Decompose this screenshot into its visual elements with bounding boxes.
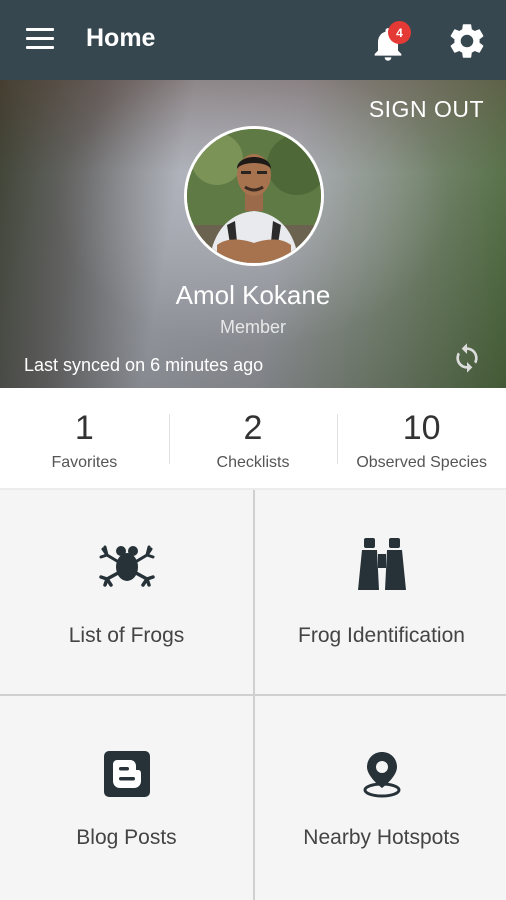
stat-checklists[interactable]: 2 Checklists (168, 388, 338, 488)
tile-nearby-hotspots[interactable]: Nearby Hotspots (255, 696, 506, 900)
stat-value: 2 (243, 409, 263, 447)
app-bar: Home 4 (0, 0, 506, 80)
tile-label: List of Frogs (68, 624, 185, 647)
stat-label: Observed Species (356, 454, 488, 471)
tile-label: Frog Identification (298, 624, 465, 647)
tile-label: Blog Posts (76, 826, 177, 849)
menu-grid: List of Frogs Frog Identification Blog P… (0, 490, 506, 900)
avatar-photo (187, 129, 321, 263)
tile-blog-posts[interactable]: Blog Posts (0, 696, 253, 900)
blogger-icon (99, 746, 155, 802)
notification-badge: 4 (388, 21, 411, 44)
sync-icon[interactable] (451, 342, 483, 374)
gear-icon[interactable] (446, 20, 488, 62)
tile-frog-identification[interactable]: Frog Identification (255, 490, 506, 694)
profile-header: SIGN OUT Amol Kokane Member Last synced … (0, 80, 506, 388)
stat-label: Favorites (51, 454, 118, 471)
menu-icon[interactable] (26, 28, 54, 50)
tile-label: Nearby Hotspots (303, 826, 460, 849)
location-pin-icon (354, 746, 410, 802)
user-name: Amol Kokane (175, 280, 331, 310)
stat-observed-species[interactable]: 10 Observed Species (337, 388, 506, 488)
stats-row: 1 Favorites 2 Checklists 10 Observed Spe… (0, 388, 506, 488)
avatar[interactable] (184, 126, 324, 266)
tile-list-of-frogs[interactable]: List of Frogs (0, 490, 253, 694)
stat-label: Checklists (216, 454, 290, 471)
frog-icon (98, 536, 155, 592)
user-role: Member (219, 317, 286, 337)
page-title: Home (86, 24, 156, 52)
sign-out-button[interactable]: SIGN OUT (369, 96, 484, 123)
stat-value: 1 (74, 409, 94, 447)
binoculars-icon (354, 536, 410, 592)
sync-status: Last synced on 6 minutes ago (24, 355, 264, 375)
stat-favorites[interactable]: 1 Favorites (0, 388, 169, 488)
stat-value: 10 (402, 409, 441, 447)
